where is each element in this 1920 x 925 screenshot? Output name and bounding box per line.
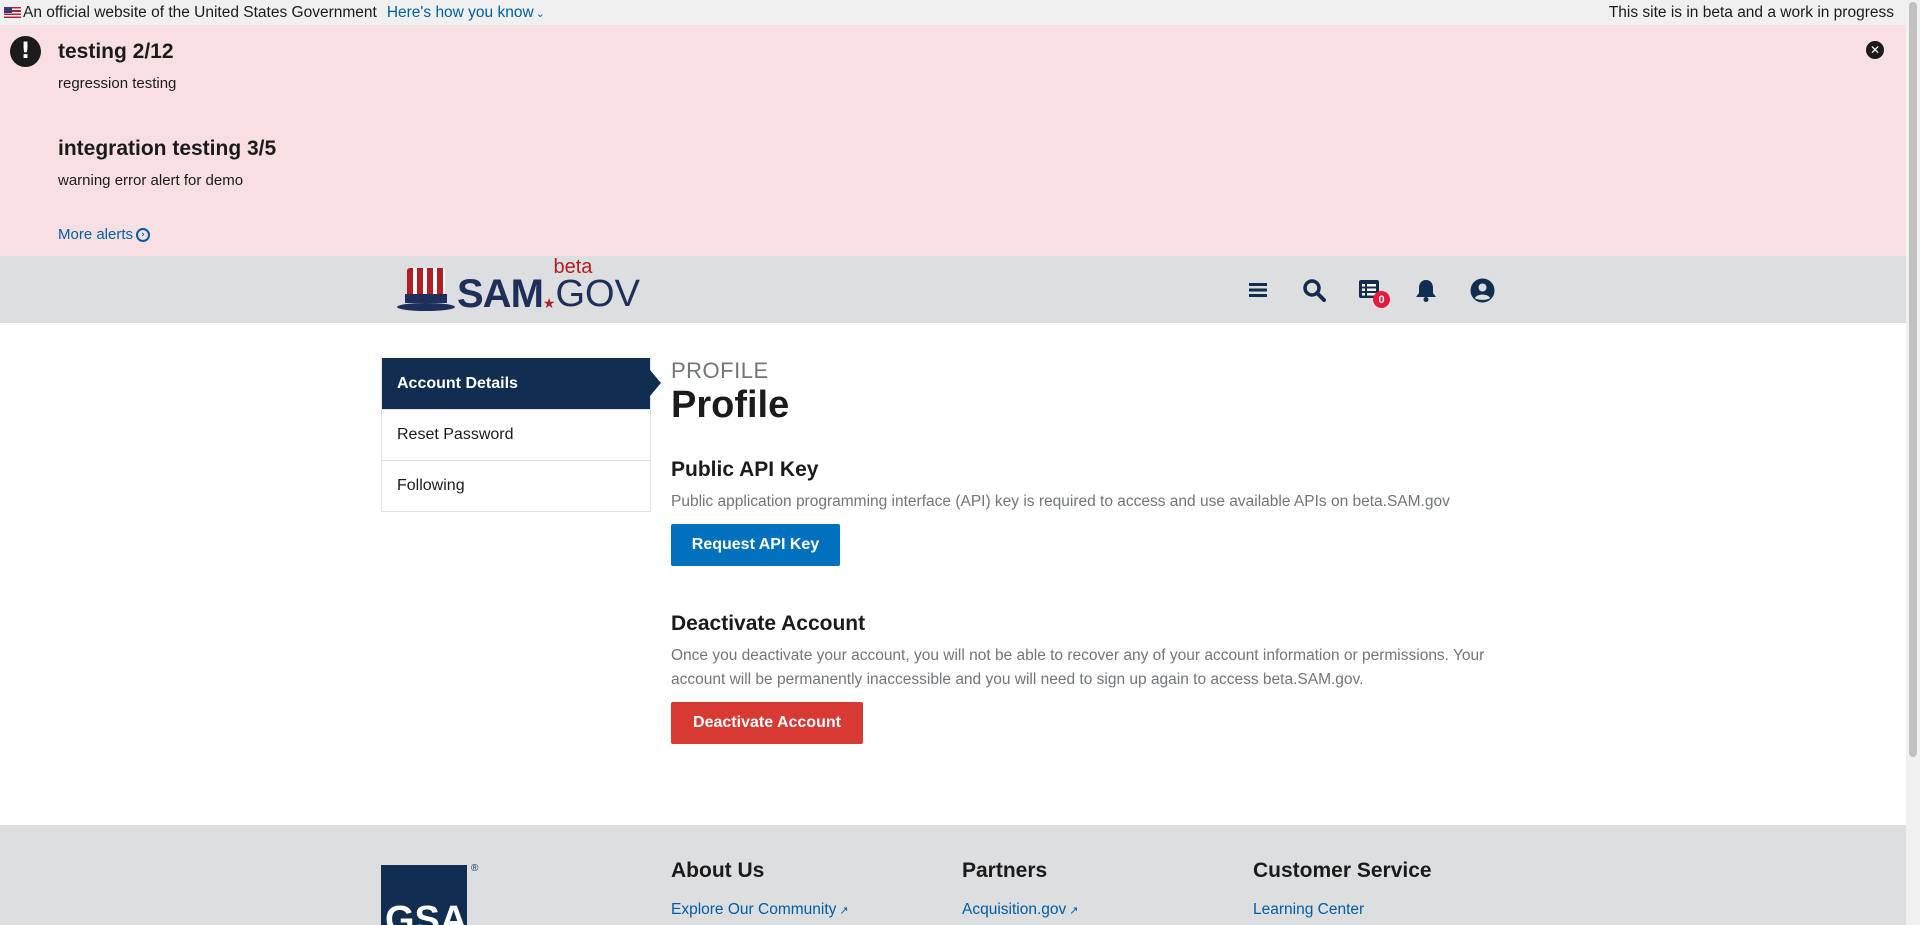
alert-body: warning error alert for demo	[58, 172, 244, 189]
logo-beta-text: beta	[553, 256, 593, 278]
request-api-key-button[interactable]: Request API Key	[671, 524, 840, 566]
us-flag-icon	[4, 7, 21, 18]
official-site-text: An official website of the United States…	[23, 3, 377, 21]
chevron-down-icon: ⌄	[535, 7, 545, 20]
footer-column-partners: Partners Acquisition.gov ↗	[962, 859, 1078, 919]
footer-column-customer-service: Customer Service Learning Center	[1253, 859, 1432, 919]
arrow-right-circle-icon: ›	[136, 227, 151, 242]
logo-gov-text: GOV	[555, 273, 640, 315]
gov-banner: An official website of the United States…	[0, 0, 1906, 25]
uncle-sam-hat-icon	[397, 268, 455, 312]
page-title: Profile	[671, 384, 790, 426]
page-scrollbar[interactable]	[1906, 0, 1920, 925]
sidenav-item-account-details[interactable]: Account Details	[382, 358, 661, 409]
page-eyebrow: PROFILE	[671, 358, 769, 383]
sidenav-item-reset-password[interactable]: Reset Password	[382, 409, 650, 460]
search-icon[interactable]	[1298, 274, 1330, 306]
registered-mark: ®	[471, 863, 479, 874]
messages-icon[interactable]: 0	[1354, 274, 1390, 308]
site-footer: GSA ® About Us Explore Our Community ↗ Pa…	[0, 825, 1906, 925]
notifications-icon[interactable]	[1410, 274, 1442, 306]
footer-link-acquisition-gov[interactable]: Acquisition.gov ↗	[962, 901, 1078, 919]
deactivate-account-button[interactable]: Deactivate Account	[671, 702, 863, 744]
how-you-know-label: Here's how you know	[386, 3, 534, 21]
alerts-panel: ! ✕ testing 2/12 regression testing inte…	[0, 25, 1906, 256]
exclamation-icon: !	[10, 36, 41, 67]
footer-link-label: Explore Our Community	[671, 901, 837, 918]
sidenav-item-following[interactable]: Following	[382, 460, 650, 511]
sidenav-item-label: Account Details	[397, 374, 518, 392]
logo-sam-text: SAM	[457, 272, 544, 316]
scrollbar-thumb[interactable]	[1909, 2, 1917, 757]
sam-gov-logo[interactable]: SAM ★ beta GOV	[397, 256, 640, 316]
close-icon[interactable]: ✕	[1866, 41, 1884, 59]
sidenav-item-label: Reset Password	[397, 426, 514, 443]
more-alerts-label: More alerts	[58, 226, 134, 243]
more-alerts-link[interactable]: More alerts ›	[58, 226, 151, 243]
footer-link-label: Acquisition.gov	[962, 901, 1067, 918]
gsa-logo[interactable]: GSA	[381, 865, 467, 925]
footer-column-about: About Us Explore Our Community ↗	[671, 859, 849, 919]
main-content: PROFILE Profile Public API Key Public ap…	[671, 358, 1531, 744]
how-you-know-link[interactable]: Here's how you know ⌄	[387, 4, 545, 22]
messages-count-badge: 0	[1373, 291, 1390, 308]
external-link-icon: ↗	[839, 905, 849, 917]
deactivate-section-title: Deactivate Account	[671, 612, 866, 635]
footer-link-learning-center[interactable]: Learning Center	[1253, 901, 1432, 919]
footer-column-title: Customer Service	[1253, 859, 1432, 882]
deactivate-description: Once you deactivate your account, you wi…	[671, 647, 1485, 688]
alert-item: testing 2/12 regression testing	[58, 40, 176, 92]
alert-item: integration testing 3/5 warning error al…	[58, 137, 276, 189]
sidenav-item-label: Following	[397, 477, 465, 494]
beta-note: This site is in beta and a work in progr…	[1608, 3, 1894, 21]
header-nav: 0	[1242, 274, 1498, 308]
footer-column-title: About Us	[671, 859, 765, 882]
menu-icon[interactable]	[1242, 274, 1274, 306]
footer-column-title: Partners	[962, 859, 1048, 882]
external-link-icon: ↗	[1069, 905, 1079, 917]
api-key-description: Public application programming interface…	[671, 493, 1450, 510]
star-icon: ★	[542, 295, 556, 311]
alert-title: integration testing 3/5	[58, 137, 277, 160]
alert-body: regression testing	[58, 75, 177, 92]
site-header: SAM ★ beta GOV 0	[0, 256, 1906, 323]
api-key-section-title: Public API Key	[671, 458, 819, 481]
alert-title: testing 2/12	[58, 40, 174, 63]
profile-sidenav: Account Details Reset Password Following	[381, 358, 661, 512]
account-icon[interactable]	[1466, 274, 1498, 306]
footer-link-explore-community[interactable]: Explore Our Community ↗	[671, 901, 849, 919]
footer-link-label: Learning Center	[1253, 901, 1365, 918]
